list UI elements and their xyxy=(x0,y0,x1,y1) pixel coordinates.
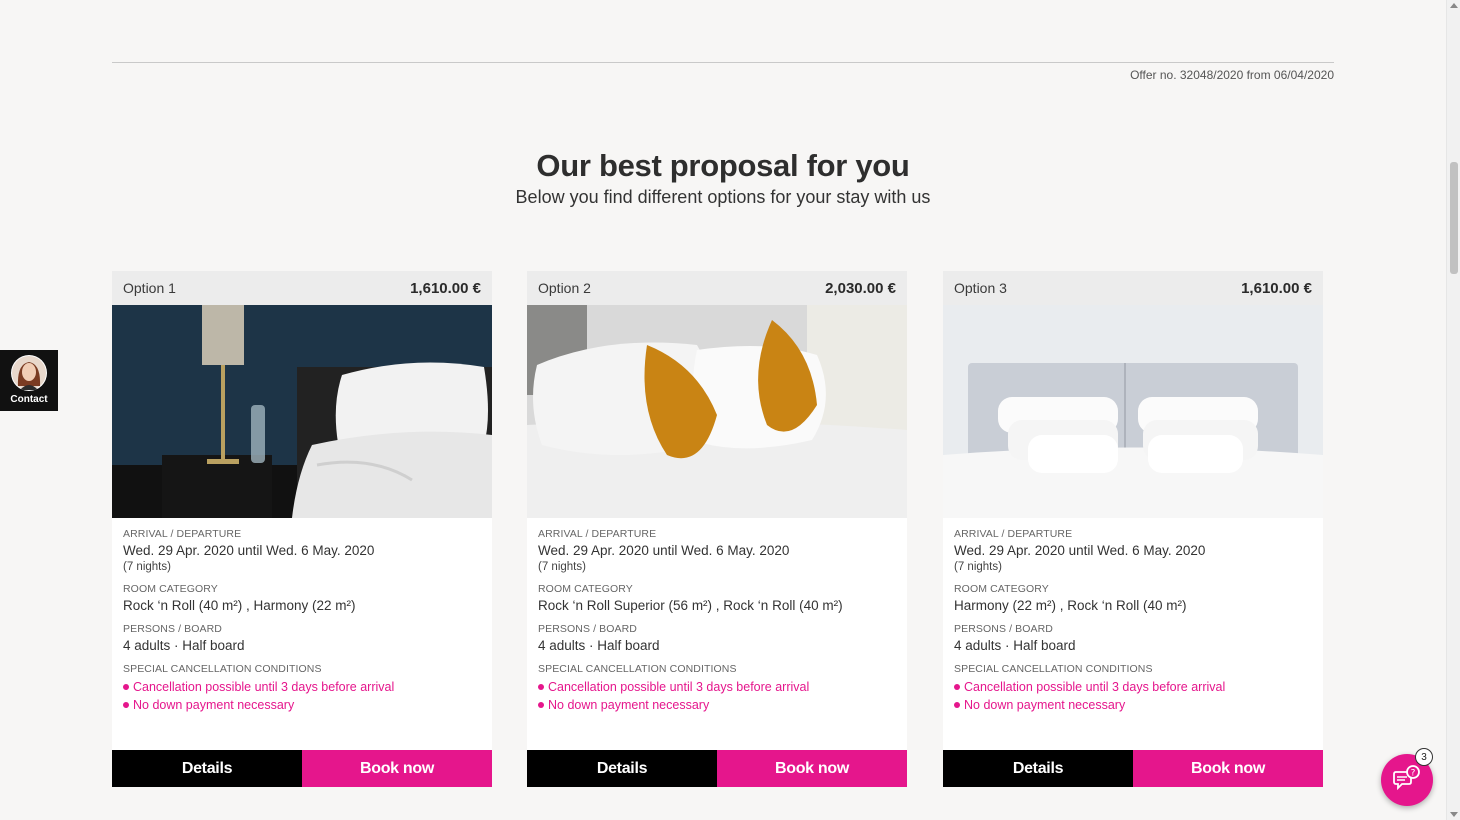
avatar xyxy=(11,355,47,391)
book-now-button[interactable]: Book now xyxy=(302,750,492,787)
stay-nights: (7 nights) xyxy=(123,561,171,573)
persons-board: 4 adults · Half board xyxy=(954,638,1076,653)
room-categories: Rock ‘n Roll (40 m²) , Harmony (22 m²) xyxy=(123,598,356,613)
option-price: 1,610.00 € xyxy=(1241,279,1312,297)
stay-nights: (7 nights) xyxy=(538,561,586,573)
option-price: 1,610.00 € xyxy=(410,279,481,297)
option-label: Option 3 xyxy=(954,280,1007,296)
option-label: Option 2 xyxy=(538,280,591,296)
option-card-header: Option 1 1,610.00 € xyxy=(112,271,492,305)
room-photo-orange-pillows xyxy=(527,305,907,518)
cancellation-condition: Cancellation possible until 3 days befor… xyxy=(954,679,1312,696)
persons-board-label: PERSONS / BOARD xyxy=(538,623,637,635)
option-card-1: Option 1 1,610.00 € ARRIVAL / DEPARTURE … xyxy=(112,271,492,787)
persons-board: 4 adults · Half board xyxy=(538,638,660,653)
page-title: Our best proposal for you xyxy=(536,148,910,183)
cancellation-label: SPECIAL CANCELLATION CONDITIONS xyxy=(538,663,737,675)
stay-nights: (7 nights) xyxy=(954,561,1002,573)
book-now-button[interactable]: Book now xyxy=(717,750,907,787)
room-category-label: ROOM CATEGORY xyxy=(954,583,1049,595)
details-button[interactable]: Details xyxy=(943,750,1133,787)
details-button[interactable]: Details xyxy=(527,750,717,787)
cancellation-label: SPECIAL CANCELLATION CONDITIONS xyxy=(123,663,322,675)
arrival-label: ARRIVAL / DEPARTURE xyxy=(954,528,1073,540)
cancellation-label: SPECIAL CANCELLATION CONDITIONS xyxy=(954,663,1153,675)
room-category-label: ROOM CATEGORY xyxy=(538,583,633,595)
stay-dates: Wed. 29 Apr. 2020 until Wed. 6 May. 2020 xyxy=(954,543,1206,558)
scrollbar-thumb[interactable] xyxy=(1450,162,1458,274)
arrival-label: ARRIVAL / DEPARTURE xyxy=(538,528,657,540)
option-card-2: Option 2 2,030.00 € ARRIVAL / DEPARTURE … xyxy=(527,271,907,787)
option-price: 2,030.00 € xyxy=(825,279,896,297)
option-card-header: Option 2 2,030.00 € xyxy=(527,271,907,305)
scroll-down-arrow-icon[interactable] xyxy=(1450,812,1458,817)
persons-board: 4 adults · Half board xyxy=(123,638,245,653)
room-categories: Harmony (22 m²) , Rock ‘n Roll (40 m²) xyxy=(954,598,1187,613)
option-label: Option 1 xyxy=(123,280,176,296)
top-divider xyxy=(112,62,1334,63)
room-categories: Rock ‘n Roll Superior (56 m²) , Rock ‘n … xyxy=(538,598,843,613)
chat-notification-badge: 3 xyxy=(1415,748,1433,766)
option-card-3: Option 3 1,610.00 € ARRIVAL / DEPARTURE … xyxy=(943,271,1323,787)
bullet-icon xyxy=(538,684,544,690)
contact-label: Contact xyxy=(10,394,48,405)
svg-text:?: ? xyxy=(1411,768,1416,778)
payment-condition: No down payment necessary xyxy=(123,697,481,714)
details-button[interactable]: Details xyxy=(112,750,302,787)
persons-board-label: PERSONS / BOARD xyxy=(954,623,1053,635)
cancellation-condition: Cancellation possible until 3 days befor… xyxy=(123,679,481,696)
offer-number: Offer no. 32048/2020 from 06/04/2020 xyxy=(1130,68,1334,82)
book-now-button[interactable]: Book now xyxy=(1133,750,1323,787)
stay-dates: Wed. 29 Apr. 2020 until Wed. 6 May. 2020 xyxy=(538,543,790,558)
cancellation-condition: Cancellation possible until 3 days befor… xyxy=(538,679,896,696)
option-card-header: Option 3 1,610.00 € xyxy=(943,271,1323,305)
bullet-icon xyxy=(954,684,960,690)
room-category-label: ROOM CATEGORY xyxy=(123,583,218,595)
scroll-up-arrow-icon[interactable] xyxy=(1450,3,1458,8)
arrival-label: ARRIVAL / DEPARTURE xyxy=(123,528,242,540)
bullet-icon xyxy=(954,702,960,708)
contact-tab[interactable]: Contact xyxy=(0,350,58,411)
bullet-icon xyxy=(123,702,129,708)
bullet-icon xyxy=(538,702,544,708)
stay-dates: Wed. 29 Apr. 2020 until Wed. 6 May. 2020 xyxy=(123,543,375,558)
vertical-scrollbar[interactable] xyxy=(1446,0,1460,820)
persons-board-label: PERSONS / BOARD xyxy=(123,623,222,635)
room-photo-white-pillows xyxy=(943,305,1323,518)
payment-condition: No down payment necessary xyxy=(954,697,1312,714)
bullet-icon xyxy=(123,684,129,690)
payment-condition: No down payment necessary xyxy=(538,697,896,714)
chat-help-icon: ? xyxy=(1392,763,1422,798)
room-photo-dark-bedroom xyxy=(112,305,492,518)
page-subtitle: Below you find different options for you… xyxy=(515,187,931,207)
